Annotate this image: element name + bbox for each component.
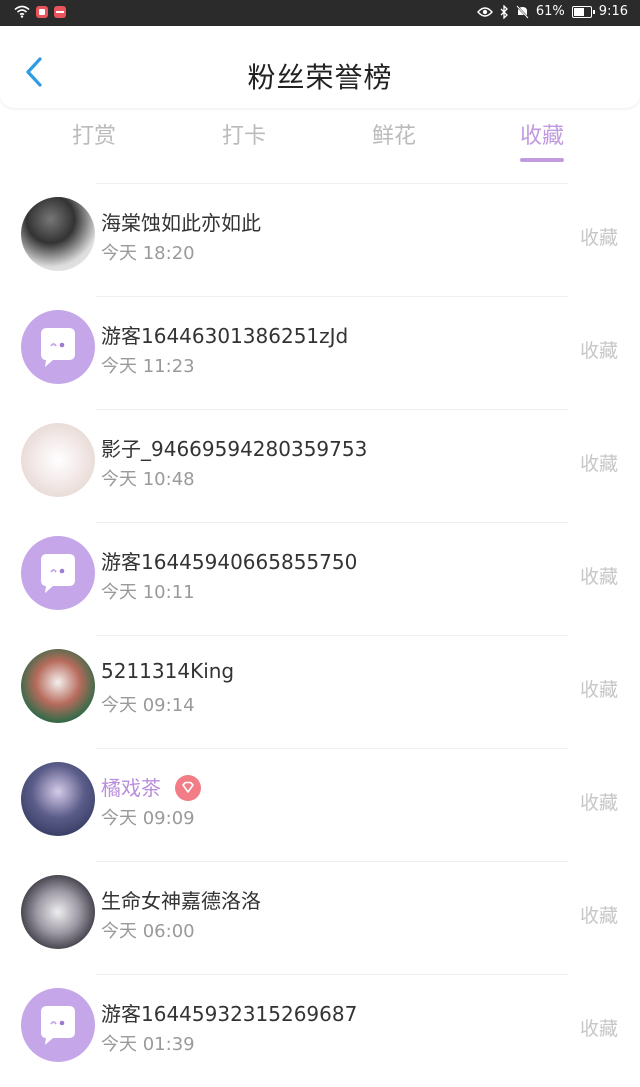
user-name: 游客16446301386251zJd — [101, 324, 349, 348]
active-tab-indicator — [520, 158, 565, 162]
tab-label: 打赏 — [72, 124, 117, 149]
action-label: 收藏 — [579, 566, 618, 588]
avatar[interactable] — [21, 988, 95, 1062]
list-item[interactable]: 游客16445940665855750 今天 10:11 收藏 — [0, 522, 640, 635]
bluetooth-icon — [500, 4, 508, 19]
avatar[interactable] — [21, 875, 95, 949]
user-name: 影子_94669594280359753 — [101, 437, 368, 461]
page-title: 粉丝荣誉榜 — [247, 61, 393, 94]
avatar[interactable] — [21, 536, 95, 610]
user-name: 游客16445940665855750 — [101, 550, 358, 574]
action-label: 收藏 — [579, 340, 618, 362]
list-item[interactable]: 影子_94669594280359753 今天 10:48 收藏 — [0, 409, 640, 522]
divider — [96, 861, 568, 862]
list-item[interactable]: 海棠蚀如此亦如此 今天 18:20 收藏 — [0, 183, 640, 296]
wifi-icon — [14, 5, 30, 18]
header: 粉丝荣誉榜 — [0, 26, 640, 108]
app-notification-icon — [36, 5, 48, 18]
diamond-badge-icon — [175, 774, 202, 801]
tab-shoucang[interactable]: 收藏 — [520, 118, 565, 162]
battery-icon — [571, 5, 595, 18]
tab-dashang[interactable]: 打赏 — [72, 118, 116, 150]
divider — [96, 974, 568, 975]
action-label: 收藏 — [579, 453, 618, 475]
avatar[interactable] — [21, 762, 95, 836]
avatar[interactable] — [21, 423, 95, 497]
timestamp: 今天 06:00 — [101, 921, 195, 942]
app-notification-icon-2 — [54, 5, 66, 18]
divider — [96, 635, 568, 636]
list-item[interactable]: 生命女神嘉德洛洛 今天 06:00 收藏 — [0, 861, 640, 974]
tab-bar: 打赏 打卡 鲜花 收藏 — [20, 118, 620, 168]
action-label: 收藏 — [579, 679, 618, 701]
eye-icon — [476, 6, 493, 17]
tab-label: 收藏 — [520, 124, 565, 149]
divider — [96, 522, 568, 523]
user-name: 5211314King — [101, 659, 235, 683]
chat-bubble-icon — [41, 554, 75, 593]
clock: 9:16 — [598, 4, 628, 19]
tab-daka[interactable]: 打卡 — [222, 118, 266, 150]
action-label: 收藏 — [579, 1018, 618, 1040]
list-item[interactable]: 5211314King 今天 09:14 收藏 — [0, 635, 640, 748]
action-label: 收藏 — [579, 792, 618, 814]
fan-list: 海棠蚀如此亦如此 今天 18:20 收藏 游客16446301386251zJd… — [0, 183, 640, 1087]
divider — [96, 183, 568, 184]
status-right-icons: 61% 9:16 — [476, 4, 628, 19]
list-item[interactable]: 游客16445932315269687 今天 01:39 收藏 — [0, 974, 640, 1087]
timestamp: 今天 09:14 — [101, 695, 195, 716]
user-name: 橘戏茶 — [101, 772, 202, 803]
tab-label: 鲜花 — [372, 124, 417, 149]
timestamp: 今天 11:23 — [101, 356, 195, 377]
divider — [96, 296, 568, 297]
action-label: 收藏 — [579, 905, 618, 927]
avatar[interactable] — [21, 310, 95, 384]
avatar[interactable] — [21, 197, 95, 271]
list-item[interactable]: 橘戏茶 今天 09:09 收藏 — [0, 748, 640, 861]
user-name: 海棠蚀如此亦如此 — [101, 211, 261, 235]
timestamp: 今天 18:20 — [101, 243, 195, 264]
chat-bubble-icon — [41, 328, 75, 367]
chat-bubble-icon — [41, 1006, 75, 1045]
avatar[interactable] — [21, 649, 95, 723]
tab-xianhua[interactable]: 鲜花 — [372, 118, 416, 150]
timestamp: 今天 10:48 — [101, 469, 195, 490]
user-name-text: 橘戏茶 — [101, 776, 161, 800]
timestamp: 今天 10:11 — [101, 582, 195, 603]
status-bar: 61% 9:16 — [0, 0, 640, 26]
timestamp: 今天 09:09 — [101, 808, 195, 829]
divider — [96, 409, 568, 410]
battery-percent: 61% — [535, 4, 565, 19]
action-label: 收藏 — [579, 227, 618, 249]
list-item[interactable]: 游客16446301386251zJd 今天 11:23 收藏 — [0, 296, 640, 409]
divider — [96, 748, 568, 749]
status-left-icons — [14, 5, 66, 18]
user-name: 生命女神嘉德洛洛 — [101, 889, 261, 913]
user-name: 游客16445932315269687 — [101, 1002, 358, 1026]
timestamp: 今天 01:39 — [101, 1034, 195, 1055]
tab-label: 打卡 — [222, 124, 267, 149]
mute-bell-icon — [516, 4, 529, 19]
